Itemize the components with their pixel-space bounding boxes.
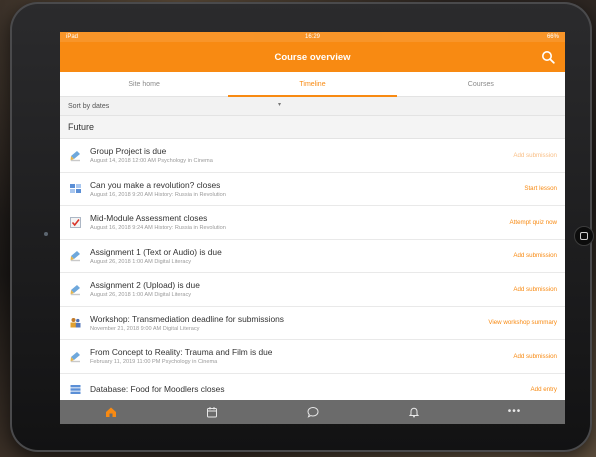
- home-button[interactable]: [574, 226, 594, 246]
- item-text: Database: Food for Moodlers closes: [90, 384, 525, 396]
- device-label: iPad: [66, 34, 79, 40]
- timeline-list: Group Project is due August 14, 2018 12:0…: [60, 139, 565, 407]
- item-meta: August 26, 2018 1:00 AM Digital Literacy: [90, 258, 192, 265]
- item-meta: August 14, 2018 12:00 AM Psychology in C…: [90, 158, 213, 165]
- tab-timeline[interactable]: Timeline: [228, 72, 397, 97]
- camera-icon: [44, 232, 48, 236]
- bottom-nav: •••: [60, 400, 565, 424]
- item-text: Mid-Module Assessment closes August 16, 2…: [90, 213, 504, 231]
- more-icon: •••: [507, 406, 522, 417]
- item-title[interactable]: From Concept to Reality: Trauma and Film…: [90, 347, 507, 357]
- battery-level: 66%: [546, 34, 559, 40]
- item-title[interactable]: Can you make a revolution? closes: [90, 180, 518, 190]
- workshop-icon: [68, 316, 82, 330]
- item-title[interactable]: Group Project is due: [90, 146, 507, 156]
- timeline-item[interactable]: Assignment 2 (Upload) is due August 26, 2…: [60, 273, 565, 307]
- database-icon: [68, 383, 82, 397]
- section-header: Future: [60, 116, 565, 139]
- item-meta: August 16, 2018 9:20 AM History: Russia …: [90, 191, 226, 198]
- item-text: From Concept to Reality: Trauma and Film…: [90, 347, 507, 365]
- item-action-link[interactable]: View workshop summary: [488, 319, 557, 326]
- item-text: Group Project is due August 14, 2018 12:0…: [90, 146, 507, 164]
- chevron-down-icon: ▾: [278, 102, 282, 108]
- item-action-link[interactable]: Add submission: [513, 353, 557, 360]
- assignment-icon: [68, 282, 82, 296]
- item-action-link[interactable]: Add submission: [513, 252, 557, 259]
- nav-home[interactable]: [91, 402, 131, 422]
- item-meta: August 26, 2018 1:00 AM Digital Literacy: [90, 292, 192, 299]
- item-action-link[interactable]: Attempt quiz now: [510, 219, 557, 226]
- tab-site-home[interactable]: Site home: [60, 72, 228, 96]
- nav-calendar[interactable]: [192, 402, 232, 422]
- item-action-link[interactable]: Add submission: [513, 152, 557, 159]
- home-icon: [105, 407, 116, 417]
- tab-courses[interactable]: Courses: [397, 72, 565, 96]
- nav-messages[interactable]: [293, 402, 333, 422]
- clock: 16:29: [304, 34, 320, 40]
- timeline-item[interactable]: Mid-Module Assessment closes August 16, 2…: [60, 206, 565, 240]
- item-action-link[interactable]: Add submission: [513, 286, 557, 293]
- item-title[interactable]: Database: Food for Moodlers closes: [90, 384, 525, 394]
- page-title: Course overview: [274, 51, 351, 63]
- item-text: Assignment 2 (Upload) is due August 26, 2…: [90, 280, 507, 298]
- item-meta: February 11, 2019 11:00 PM Psychology in…: [90, 359, 218, 366]
- ipad-device: iPad 16:29 66% Course overview Site home…: [10, 2, 594, 452]
- status-bar: iPad 16:29 66%: [60, 32, 565, 42]
- item-text: Assignment 1 (Text or Audio) is due Augus…: [90, 247, 507, 265]
- timeline-item[interactable]: Workshop: Transmediation deadline for su…: [60, 306, 565, 340]
- assignment-icon: [68, 349, 82, 363]
- item-title[interactable]: Assignment 2 (Upload) is due: [90, 280, 507, 290]
- chat-bubble-icon: [306, 406, 319, 418]
- item-action-link[interactable]: Start lesson: [524, 185, 557, 192]
- tab-bar: Site home Timeline Courses: [60, 72, 565, 97]
- lesson-icon: [68, 182, 82, 196]
- item-meta: August 16, 2018 9:24 AM History: Russia …: [90, 225, 226, 232]
- sort-select[interactable]: Sort by dates ▾: [60, 97, 565, 116]
- quiz-icon: [68, 215, 82, 229]
- nav-notifications[interactable]: [394, 402, 434, 422]
- item-action-link[interactable]: Add entry: [531, 386, 557, 393]
- app-header: Course overview: [60, 42, 565, 72]
- item-meta: November 21, 2018 9:00 AM Digital Litera…: [90, 325, 200, 332]
- nav-more[interactable]: •••: [495, 402, 535, 422]
- timeline-item[interactable]: Assignment 1 (Text or Audio) is due Augus…: [60, 239, 565, 273]
- item-text: Can you make a revolution? closes August …: [90, 180, 518, 198]
- item-title[interactable]: Mid-Module Assessment closes: [90, 213, 504, 223]
- timeline-item[interactable]: Group Project is due August 14, 2018 12:0…: [60, 139, 565, 173]
- item-title[interactable]: Assignment 1 (Text or Audio) is due: [90, 247, 507, 257]
- assignment-icon: [68, 148, 82, 162]
- timeline-item[interactable]: Can you make a revolution? closes August …: [60, 172, 565, 206]
- timeline-item[interactable]: From Concept to Reality: Trauma and Film…: [60, 340, 565, 374]
- sort-label: Sort by dates: [68, 102, 110, 110]
- item-text: Workshop: Transmediation deadline for su…: [90, 314, 482, 332]
- search-icon[interactable]: [541, 50, 555, 64]
- assignment-icon: [68, 249, 82, 263]
- item-title[interactable]: Workshop: Transmediation deadline for su…: [90, 314, 482, 324]
- bell-icon: [408, 407, 419, 418]
- calendar-icon: [206, 407, 217, 418]
- app-screen: iPad 16:29 66% Course overview Site home…: [60, 32, 565, 424]
- section-title: Future: [68, 122, 95, 132]
